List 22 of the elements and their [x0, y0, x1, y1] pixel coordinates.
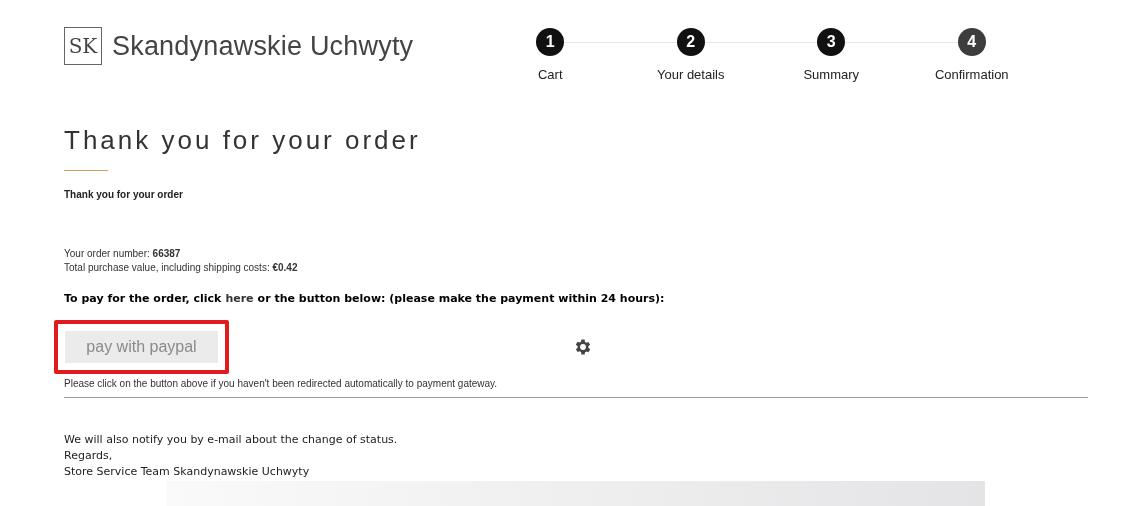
redirect-note: Please click on the button above if you haven't been redirected automatically to payment gateway.: [64, 377, 499, 391]
step-label: Cart: [537, 66, 563, 84]
payment-instruction: To pay for the order, click: [64, 290, 222, 307]
subheading: Thank you for your order: [64, 187, 184, 202]
step-number: 4: [957, 28, 986, 56]
logo-text: Skandynawskie Uchwyty: [112, 30, 414, 63]
step-label: Confirmation: [934, 66, 1009, 84]
settings-icon: [573, 337, 593, 357]
order-number: Your order number: 66387: [64, 246, 182, 261]
here-link[interactable]: here: [225, 290, 254, 307]
logo-icon: SK: [64, 27, 102, 66]
step-number: 2: [676, 28, 705, 56]
step-label: Summary: [803, 66, 860, 84]
step-label: Your details: [657, 66, 725, 84]
footer-text: We will also notify you by e-mail about the change of status.: [64, 432, 399, 448]
order-total: Total purchase value, including shipping costs: €0.42: [64, 260, 299, 275]
step-number: 3: [817, 28, 846, 56]
footer-text: Store Service Team Skandynawskie Uchwyty: [64, 464, 311, 480]
payment-instruction: or the button below: (please make the payment within 24 hours):: [257, 290, 665, 307]
step-number: 1: [536, 28, 565, 56]
page-heading: Thank you for your order: [64, 123, 422, 157]
footer-text: Regards,: [64, 448, 114, 464]
